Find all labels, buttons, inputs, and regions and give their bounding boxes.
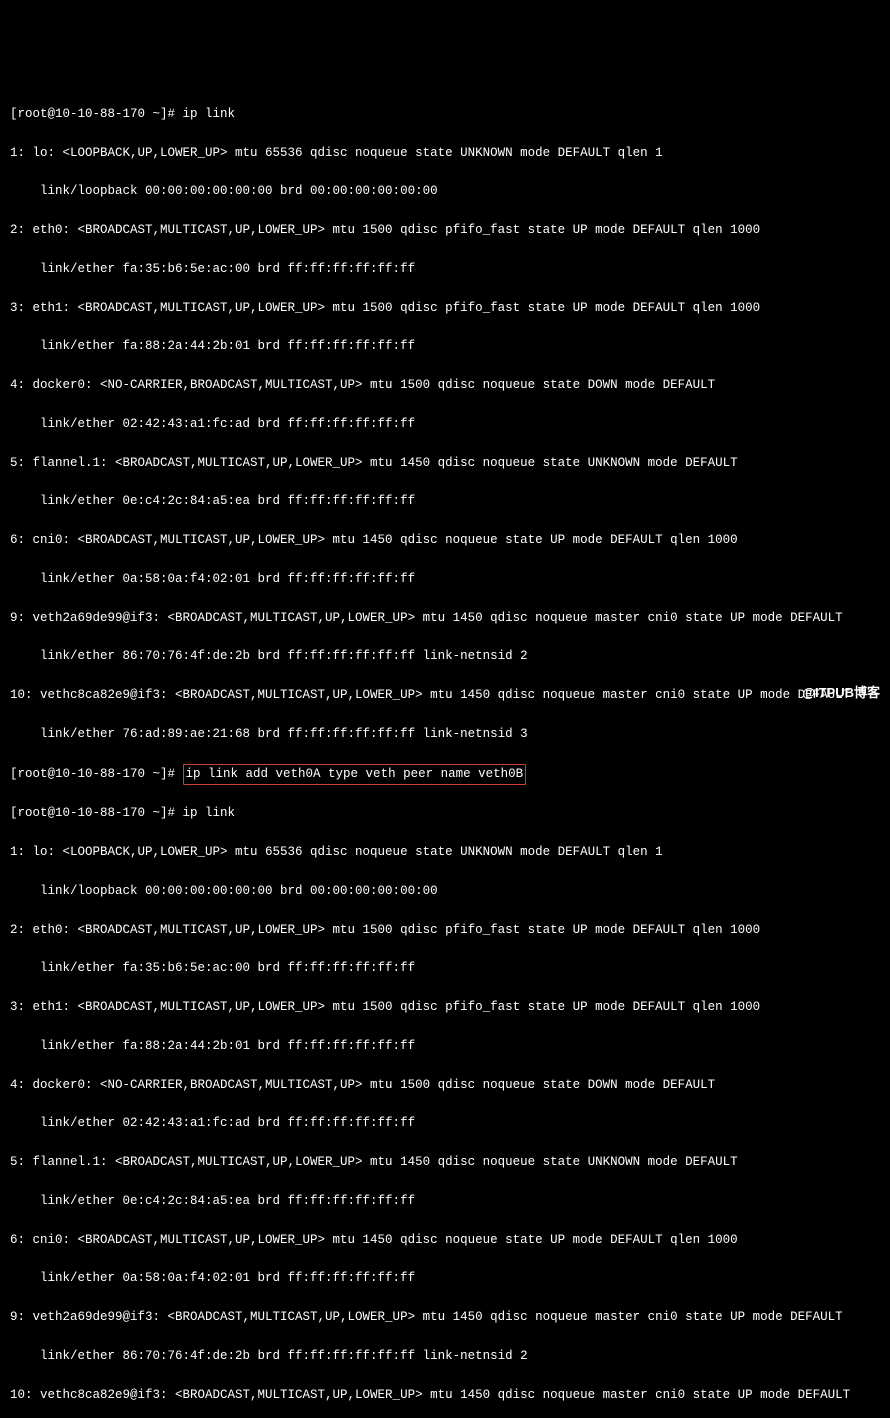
- output-line: link/ether 02:42:43:a1:fc:ad brd ff:ff:f…: [10, 415, 880, 434]
- command-text: ip link: [183, 806, 236, 820]
- output-line: link/ether 76:ad:89:ae:21:68 brd ff:ff:f…: [10, 725, 880, 744]
- shell-prompt: [root@10-10-88-170 ~]#: [10, 806, 183, 820]
- output-line: link/ether 0e:c4:2c:84:a5:ea brd ff:ff:f…: [10, 1192, 880, 1211]
- output-line: 4: docker0: <NO-CARRIER,BROADCAST,MULTIC…: [10, 376, 880, 395]
- output-line: link/ether 86:70:76:4f:de:2b brd ff:ff:f…: [10, 647, 880, 666]
- output-line: 4: docker0: <NO-CARRIER,BROADCAST,MULTIC…: [10, 1076, 880, 1095]
- output-line: 3: eth1: <BROADCAST,MULTICAST,UP,LOWER_U…: [10, 299, 880, 318]
- output-line: 9: veth2a69de99@if3: <BROADCAST,MULTICAS…: [10, 1308, 880, 1327]
- highlighted-command: ip link add veth0A type veth peer name v…: [183, 764, 527, 785]
- output-line: 9: veth2a69de99@if3: <BROADCAST,MULTICAS…: [10, 609, 880, 628]
- output-line: link/ether fa:88:2a:44:2b:01 brd ff:ff:f…: [10, 1037, 880, 1056]
- watermark-label: @ITPUB博客: [802, 683, 880, 703]
- output-line: 6: cni0: <BROADCAST,MULTICAST,UP,LOWER_U…: [10, 531, 880, 550]
- output-line: 2: eth0: <BROADCAST,MULTICAST,UP,LOWER_U…: [10, 221, 880, 240]
- prompt-line[interactable]: [root@10-10-88-170 ~]# ip link add veth0…: [10, 764, 880, 785]
- output-line: link/ether fa:35:b6:5e:ac:00 brd ff:ff:f…: [10, 260, 880, 279]
- output-line: link/ether fa:88:2a:44:2b:01 brd ff:ff:f…: [10, 337, 880, 356]
- output-line: 3: eth1: <BROADCAST,MULTICAST,UP,LOWER_U…: [10, 998, 880, 1017]
- shell-prompt: [root@10-10-88-170 ~]#: [10, 767, 183, 781]
- output-line: link/ether 86:70:76:4f:de:2b brd ff:ff:f…: [10, 1347, 880, 1366]
- output-line: 1: lo: <LOOPBACK,UP,LOWER_UP> mtu 65536 …: [10, 144, 880, 163]
- prompt-line[interactable]: [root@10-10-88-170 ~]# ip link: [10, 804, 880, 823]
- output-line: 5: flannel.1: <BROADCAST,MULTICAST,UP,LO…: [10, 454, 880, 473]
- prompt-line[interactable]: [root@10-10-88-170 ~]# ip link: [10, 105, 880, 124]
- command-text: ip link: [183, 107, 236, 121]
- output-line: link/ether 0a:58:0a:f4:02:01 brd ff:ff:f…: [10, 570, 880, 589]
- output-line: 1: lo: <LOOPBACK,UP,LOWER_UP> mtu 65536 …: [10, 843, 880, 862]
- output-line: link/ether 0e:c4:2c:84:a5:ea brd ff:ff:f…: [10, 492, 880, 511]
- output-line: 5: flannel.1: <BROADCAST,MULTICAST,UP,LO…: [10, 1153, 880, 1172]
- shell-prompt: [root@10-10-88-170 ~]#: [10, 107, 183, 121]
- output-line: link/ether 0a:58:0a:f4:02:01 brd ff:ff:f…: [10, 1269, 880, 1288]
- output-line: link/ether 02:42:43:a1:fc:ad brd ff:ff:f…: [10, 1114, 880, 1133]
- output-line: 10: vethc8ca82e9@if3: <BROADCAST,MULTICA…: [10, 1386, 880, 1405]
- output-line: link/ether fa:35:b6:5e:ac:00 brd ff:ff:f…: [10, 959, 880, 978]
- output-line: 10: vethc8ca82e9@if3: <BROADCAST,MULTICA…: [10, 686, 880, 705]
- output-line: 2: eth0: <BROADCAST,MULTICAST,UP,LOWER_U…: [10, 921, 880, 940]
- terminal-output[interactable]: [root@10-10-88-170 ~]# ip link 1: lo: <L…: [10, 86, 880, 1418]
- output-line: link/loopback 00:00:00:00:00:00 brd 00:0…: [10, 882, 880, 901]
- output-line: 6: cni0: <BROADCAST,MULTICAST,UP,LOWER_U…: [10, 1231, 880, 1250]
- output-line: link/loopback 00:00:00:00:00:00 brd 00:0…: [10, 182, 880, 201]
